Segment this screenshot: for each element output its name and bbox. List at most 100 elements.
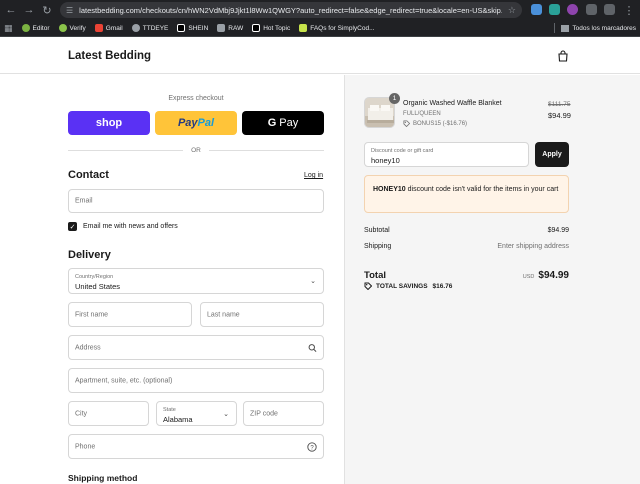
first-name-field[interactable]: First name <box>68 302 192 327</box>
browser-menu-icon[interactable]: ⋮ <box>620 1 638 19</box>
bookmark-label: Hot Topic <box>263 24 291 32</box>
cart-bag-icon[interactable] <box>557 50 569 62</box>
reload-icon[interactable]: ↻ <box>38 1 56 19</box>
bookmark-favicon-icon <box>58 24 67 32</box>
bookmark-label: Gmail <box>105 24 123 32</box>
bookmark-gmail[interactable]: Gmail <box>94 24 123 32</box>
total-row: Total USD $94.99 <box>364 265 569 283</box>
country-select[interactable]: Country/Region United States ⌄ <box>68 268 324 294</box>
tag-icon <box>403 120 410 127</box>
newsletter-label: Email me with news and offers <box>83 223 178 230</box>
original-price: $111.75 <box>548 101 571 108</box>
sidepanel-icon[interactable] <box>604 4 615 15</box>
last-name-field[interactable]: Last name <box>200 302 324 327</box>
folder-icon <box>561 24 570 32</box>
paypal-label-pay: Pay <box>177 117 198 129</box>
subtotal-value: $94.99 <box>547 227 569 234</box>
extensions-puzzle-icon[interactable] <box>586 4 597 15</box>
all-bookmarks[interactable]: Todos los marcadores <box>554 23 636 33</box>
or-divider: OR <box>68 146 324 154</box>
discount-code-field[interactable]: Discount code or gift card honey10 <box>364 142 529 167</box>
site-info-icon[interactable]: ☰ <box>66 6 73 15</box>
bookmark-label: Editor <box>32 24 50 32</box>
notice-text: discount code isn't valid for the items … <box>405 186 559 193</box>
shein-icon <box>177 24 186 32</box>
bookmark-editor[interactable]: Editor <box>21 24 50 32</box>
apply-button[interactable]: Apply <box>535 142 569 167</box>
country-value: United States <box>75 282 121 291</box>
apps-grid-icon[interactable]: ▦ <box>4 23 13 34</box>
forward-icon[interactable]: → <box>20 1 38 19</box>
product-variant: FULL/QUEEN <box>403 111 441 117</box>
total-currency: USD <box>522 274 535 280</box>
bookmark-verify[interactable]: Verify <box>58 24 86 32</box>
search-icon <box>308 343 317 352</box>
bookmark-faqs[interactable]: FAQs for SimplyCod... <box>299 24 375 32</box>
city-field[interactable]: City <box>68 401 149 426</box>
shipping-value: Enter shipping address <box>497 243 569 250</box>
country-label: Country/Region <box>75 274 114 280</box>
bookmark-hot-topic[interactable]: Hot Topic <box>252 24 290 32</box>
shipping-label: Shipping <box>364 243 392 250</box>
bookmark-raw[interactable]: RAW <box>217 24 243 32</box>
newsletter-checkbox[interactable]: ✓ <box>68 222 77 231</box>
help-icon[interactable]: ? <box>307 441 317 452</box>
phone-field[interactable]: Phone ? <box>68 434 324 459</box>
item-price: $94.99 <box>548 111 571 120</box>
back-icon[interactable]: ← <box>2 1 20 19</box>
bookmark-ttdeye[interactable]: TTDEYE <box>131 24 168 32</box>
notice-code: HONEY10 <box>373 186 406 193</box>
address-placeholder: Address <box>75 344 101 351</box>
express-checkout-title: Express checkout <box>168 95 224 102</box>
state-select[interactable]: State Alabama ⌄ <box>156 401 237 426</box>
bookmarks-bar: ▦ Editor Verify Gmail TTDEYE SHEIN RAW H… <box>0 20 640 37</box>
extension-shield-icon[interactable] <box>531 4 542 15</box>
last-name-placeholder: Last name <box>207 311 240 318</box>
login-link[interactable]: Log in <box>304 172 323 179</box>
email-placeholder: Email <box>75 197 93 205</box>
phone-placeholder: Phone <box>75 443 96 450</box>
total-value: $94.99 <box>538 270 569 281</box>
shop-pay-button[interactable]: shop <box>68 111 150 135</box>
bookmark-label: RAW <box>228 24 244 32</box>
email-field[interactable]: Email <box>68 189 324 213</box>
raw-icon <box>217 24 226 32</box>
apartment-field[interactable]: Apartment, suite, etc. (optional) <box>68 368 324 393</box>
google-pay-label: Pay <box>279 117 299 129</box>
chevron-down-icon: ⌄ <box>223 410 229 418</box>
savings-label: TOTAL SAVINGS <box>376 282 428 290</box>
store-header: Latest Bedding <box>0 38 640 74</box>
globe-icon <box>131 24 140 32</box>
paypal-label-pal: Pal <box>197 117 215 129</box>
discount-field-value: honey10 <box>371 156 400 165</box>
zip-field[interactable]: ZIP code <box>243 401 324 426</box>
bookmark-label: SHEIN <box>188 24 209 32</box>
state-value: Alabama <box>163 415 193 424</box>
extension-profile-icon[interactable] <box>567 4 578 15</box>
quantity-badge: 1 <box>389 93 400 104</box>
product-name: Organic Washed Waffle Blanket <box>403 100 502 107</box>
bookmark-favicon-icon <box>21 24 30 32</box>
store-logo[interactable]: Latest Bedding <box>68 50 151 62</box>
state-label: State <box>163 407 176 413</box>
city-placeholder: City <box>75 410 88 417</box>
apartment-placeholder: Apartment, suite, etc. (optional) <box>75 377 173 384</box>
bookmark-label: Verify <box>69 24 86 32</box>
bookmark-label: FAQs for SimplyCod... <box>310 24 375 32</box>
subtotal-label: Subtotal <box>364 227 390 234</box>
hot-topic-icon <box>252 24 261 32</box>
google-pay-button[interactable]: G Pay <box>242 111 324 135</box>
url-text: latestbedding.com/checkouts/cn/hWN2VdMbj… <box>79 5 502 15</box>
bookmark-star-icon[interactable]: ☆ <box>508 5 516 16</box>
subtotal-row: Subtotal $94.99 <box>364 227 569 234</box>
address-field[interactable]: Address <box>68 335 324 360</box>
extension-teal-icon[interactable] <box>549 4 560 15</box>
total-label: Total <box>364 270 386 281</box>
paypal-button[interactable]: Pay Pal <box>155 111 237 135</box>
shop-pay-label: shop <box>95 117 123 129</box>
shipping-row: Shipping Enter shipping address <box>364 243 569 250</box>
address-bar[interactable]: ☰ latestbedding.com/checkouts/cn/hWN2VdM… <box>60 2 522 18</box>
divider <box>554 23 556 33</box>
bookmark-shein[interactable]: SHEIN <box>177 24 208 32</box>
gmail-icon <box>94 24 103 32</box>
